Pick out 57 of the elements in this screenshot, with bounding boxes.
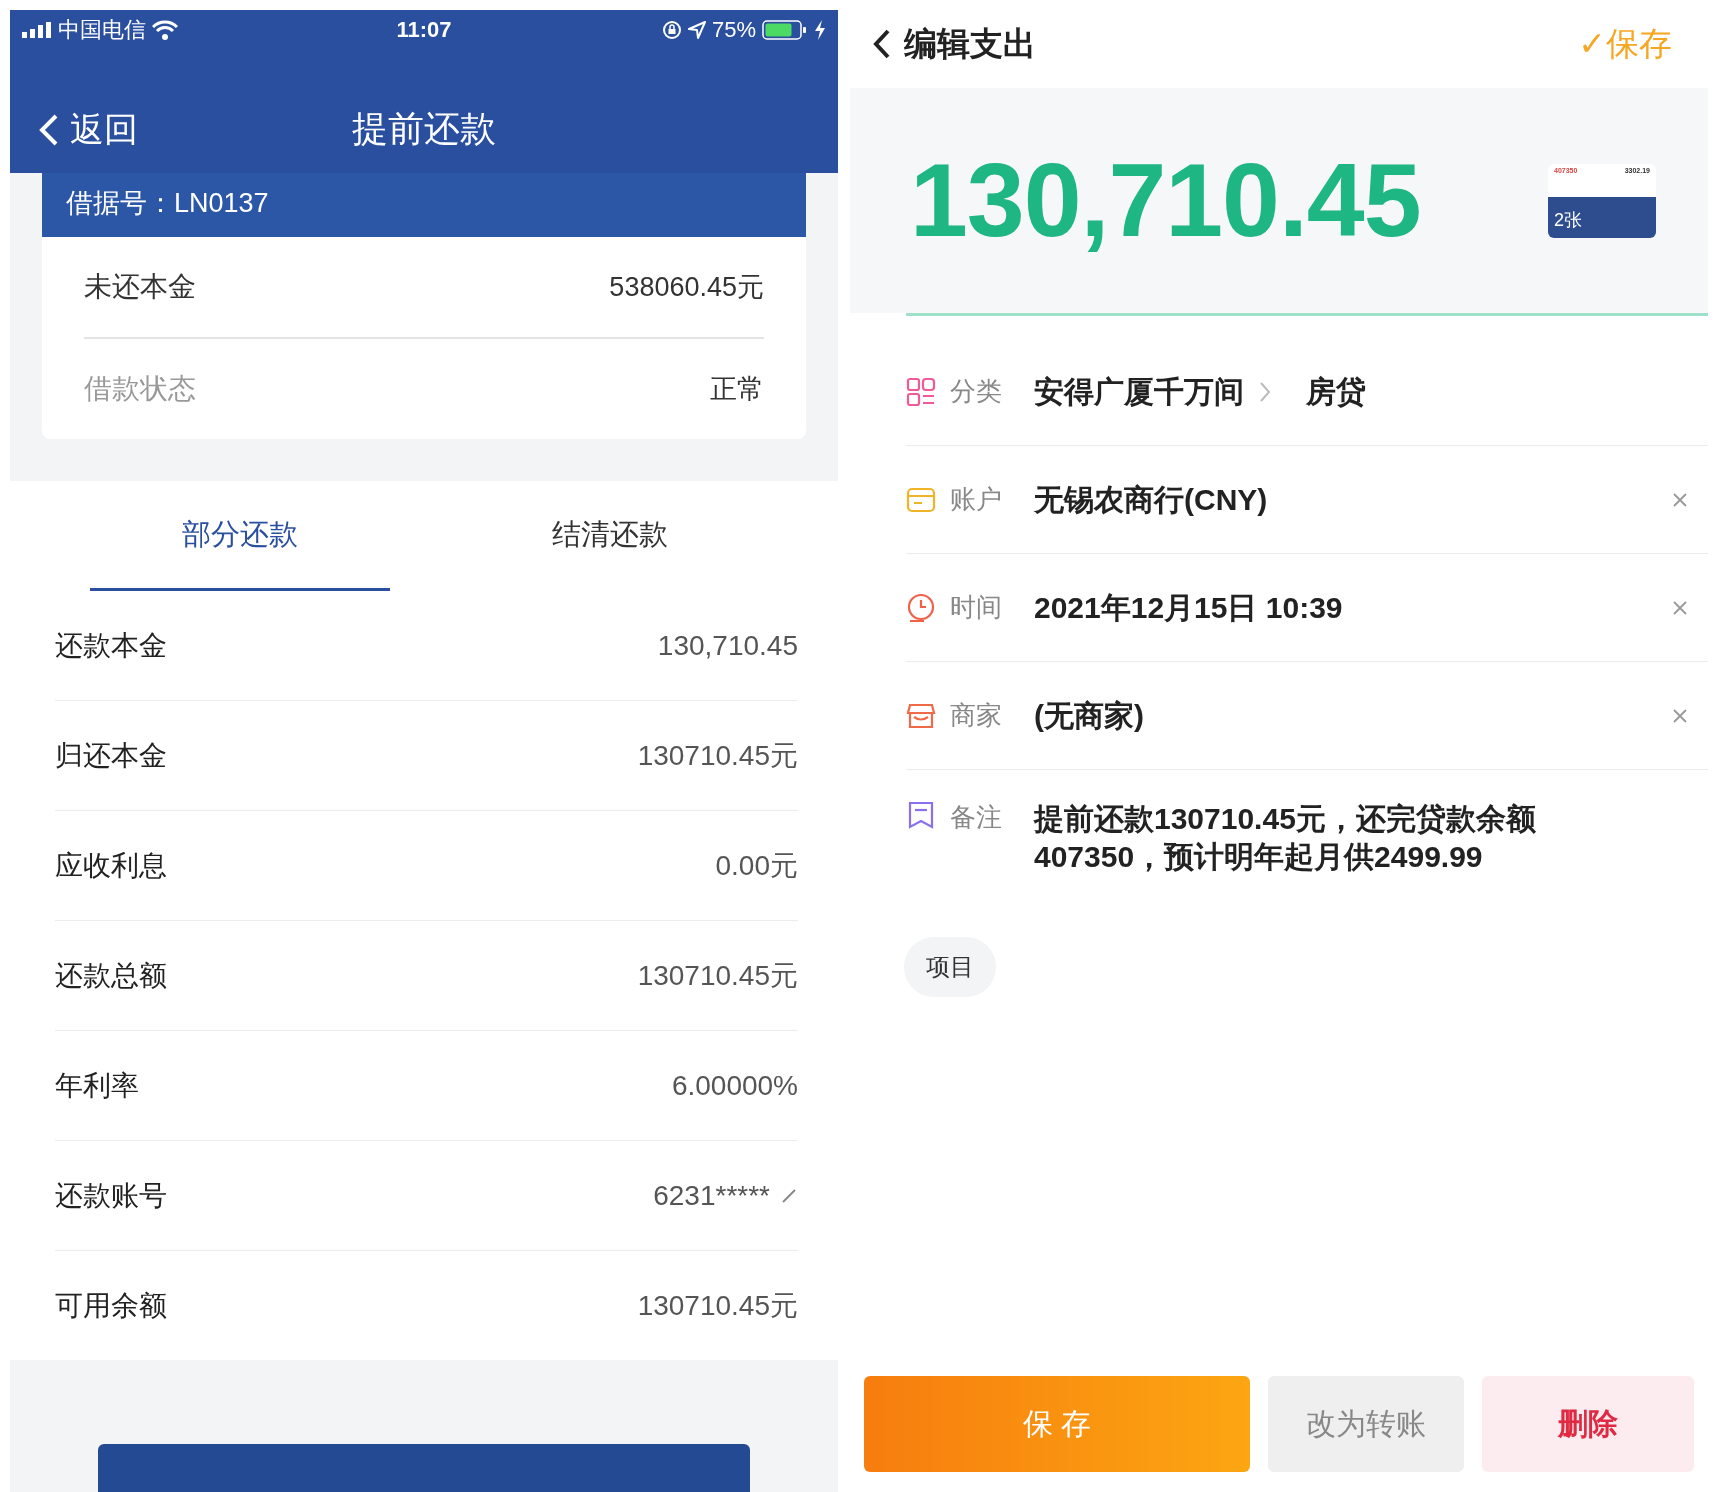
tab[interactable]: 结清还款 bbox=[460, 481, 760, 591]
field-value: 0.00元 bbox=[715, 848, 798, 883]
field-label: 应收利息 bbox=[55, 848, 167, 883]
field-label: 还款本金 bbox=[55, 628, 167, 663]
grid-icon bbox=[906, 376, 936, 407]
field-value: 130,710.45 bbox=[657, 629, 798, 662]
field-label: 备注 bbox=[950, 801, 1003, 834]
project-tag[interactable]: 项目 bbox=[904, 937, 996, 997]
field-label: 年利率 bbox=[55, 1068, 139, 1103]
charging-bolt-icon bbox=[814, 20, 826, 40]
pencil-icon[interactable] bbox=[780, 1186, 798, 1205]
bookmark-icon bbox=[906, 800, 936, 830]
status-time: 11:07 bbox=[396, 17, 452, 43]
field-label: 还款总额 bbox=[55, 958, 167, 993]
tab[interactable]: 部分还款 bbox=[90, 481, 390, 591]
field-label: 时间 bbox=[950, 591, 1003, 624]
back-chevron-icon[interactable] bbox=[872, 28, 892, 60]
field-value: 130710.45元 bbox=[637, 1288, 798, 1323]
page-title: 编辑支出 bbox=[904, 23, 1036, 64]
page-title: 提前还款 bbox=[352, 107, 496, 151]
field-label: 商家 bbox=[950, 699, 1003, 732]
summary-value: 538060.45元 bbox=[609, 271, 764, 304]
summary-label: 借款状态 bbox=[84, 372, 196, 406]
field-value[interactable]: 2021年12月15日 10:39 bbox=[1034, 588, 1343, 627]
field-label: 归还本金 bbox=[55, 738, 167, 773]
wifi-icon bbox=[152, 20, 178, 40]
field-label: 还款账号 bbox=[55, 1178, 167, 1213]
field-value[interactable]: (无商家) bbox=[1034, 696, 1144, 735]
close-icon[interactable] bbox=[1672, 707, 1688, 724]
field-value: 130710.45元 bbox=[637, 738, 798, 773]
close-icon[interactable] bbox=[1672, 491, 1688, 508]
battery-percent: 75% bbox=[711, 17, 756, 43]
back-button[interactable]: 返回 bbox=[10, 106, 138, 153]
field-label: 分类 bbox=[950, 375, 1003, 408]
loan-number: 借据号：LN0137 bbox=[42, 173, 806, 237]
summary-label: 未还本金 bbox=[84, 270, 196, 304]
receipt-count: 2张 bbox=[1554, 208, 1583, 232]
field-label: 可用余额 bbox=[55, 1288, 167, 1323]
back-chevron-icon bbox=[38, 112, 60, 147]
amount-value: 130,710.45 bbox=[910, 141, 1421, 260]
carrier-name: 中国电信 bbox=[58, 16, 146, 44]
field-value: 6231***** bbox=[653, 1179, 770, 1212]
field-value[interactable]: 提前还款130710.45元，还完贷款余额407350，预计明年起月供2499.99 bbox=[1034, 800, 1594, 875]
location-arrow-icon bbox=[687, 21, 706, 39]
field-value: 6.00000% bbox=[671, 1069, 798, 1102]
field-value[interactable]: 安得广厦千万间 bbox=[1034, 372, 1244, 411]
clock-icon bbox=[906, 592, 936, 623]
close-icon[interactable] bbox=[1672, 599, 1688, 616]
field-value: 130710.45元 bbox=[637, 958, 798, 993]
field-value[interactable]: 房贷 bbox=[1306, 372, 1366, 411]
delete-button[interactable]: 删除 bbox=[1482, 1376, 1694, 1472]
summary-value: 正常 bbox=[710, 373, 764, 406]
signal-icon bbox=[22, 22, 52, 38]
rotation-lock-icon bbox=[661, 20, 682, 40]
battery-icon bbox=[762, 20, 808, 40]
field-label: 账户 bbox=[950, 483, 1003, 516]
field-value[interactable]: 无锡农商行(CNY) bbox=[1034, 480, 1268, 519]
